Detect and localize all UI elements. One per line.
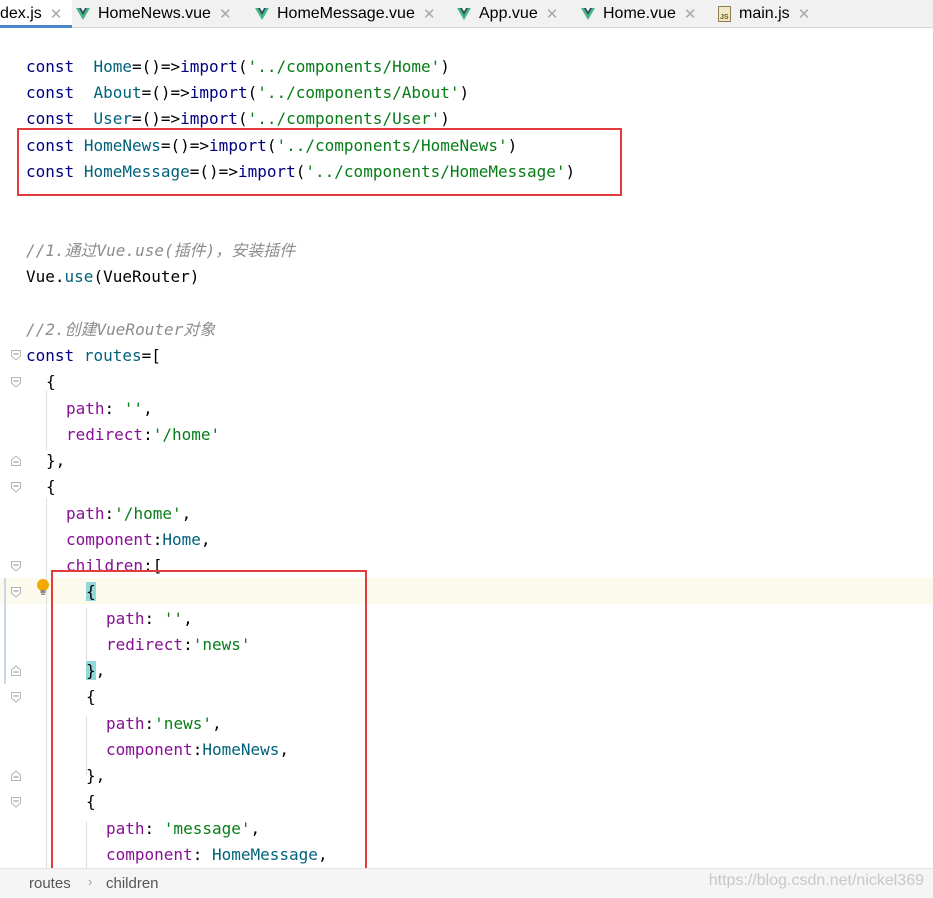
tab-main-js[interactable]: JS main.js ✕ — [718, 0, 810, 27]
breadcrumb-separator: › — [88, 874, 93, 889]
vue-icon — [76, 7, 90, 21]
fold-close-icon[interactable] — [11, 455, 21, 466]
current-line-highlight — [0, 578, 933, 604]
tab-index-js[interactable]: dex.js ✕ — [0, 0, 73, 28]
indent-guide — [86, 821, 87, 868]
fold-open-icon[interactable] — [11, 350, 21, 361]
tab-label: HomeNews.vue — [98, 4, 211, 22]
code-path-message: path: 'message', — [106, 819, 261, 838]
editor-tab-bar: dex.js ✕ HomeNews.vue ✕ HomeMessage.vue … — [0, 0, 933, 28]
fold-open-icon[interactable] — [11, 587, 21, 598]
code-path-empty: path: '', — [106, 609, 193, 628]
vue-icon — [255, 7, 269, 21]
fold-close-icon[interactable] — [11, 770, 21, 781]
tab-label: App.vue — [479, 4, 538, 22]
code-path-empty: path: '', — [66, 399, 153, 418]
tab-label: HomeMessage.vue — [277, 4, 415, 22]
code-brace-open: { — [86, 792, 96, 811]
code-line-4: const HomeNews=()=>import('../components… — [26, 136, 518, 155]
code-breadcrumb: routes › children https://blog.csdn.net/… — [0, 868, 933, 898]
code-routes-decl: const routes=[ — [26, 346, 161, 365]
code-line-3: const User=()=>import('../components/Use… — [26, 109, 450, 128]
fold-open-icon[interactable] — [11, 692, 21, 703]
code-vue-use: Vue.use(VueRouter) — [26, 267, 200, 286]
close-icon[interactable]: ✕ — [219, 5, 232, 23]
indent-guide — [46, 390, 47, 450]
code-brace-close-highlighted: }, — [86, 661, 106, 680]
code-component-homemessage: component: HomeMessage, — [106, 845, 328, 864]
code-children: children:[ — [66, 556, 163, 575]
js-file-icon: JS — [718, 5, 731, 22]
close-icon[interactable]: ✕ — [50, 5, 63, 23]
code-brace-open: { — [46, 477, 56, 496]
tab-homemessage-vue[interactable]: HomeMessage.vue ✕ — [255, 0, 435, 27]
fold-open-icon[interactable] — [11, 482, 21, 493]
code-brace-open-highlighted: { — [86, 582, 96, 601]
code-brace-close: }, — [46, 451, 66, 470]
code-line-5: const HomeMessage=()=>import('../compone… — [26, 162, 576, 181]
code-component-homenews: component:HomeNews, — [106, 740, 290, 759]
code-comment-2: //2.创建VueRouter对象 — [26, 320, 216, 339]
code-component-home: component:Home, — [66, 530, 211, 549]
tab-home-vue[interactable]: Home.vue ✕ — [581, 0, 697, 27]
close-icon[interactable]: ✕ — [546, 5, 559, 23]
tab-app-vue[interactable]: App.vue ✕ — [457, 0, 558, 27]
fold-open-icon[interactable] — [11, 561, 21, 572]
code-redirect-news: redirect:'news' — [106, 635, 251, 654]
lightbulb-icon[interactable] — [36, 578, 50, 596]
close-icon[interactable]: ✕ — [423, 5, 436, 23]
indent-guide — [46, 498, 47, 868]
breadcrumb-item-routes[interactable]: routes — [29, 875, 71, 892]
code-line-2: const About=()=>import('../components/Ab… — [26, 83, 470, 102]
code-brace-close: }, — [86, 766, 106, 785]
code-brace-open: { — [46, 372, 56, 391]
fold-open-icon[interactable] — [11, 797, 21, 808]
tab-label: Home.vue — [603, 4, 676, 22]
vue-icon — [581, 7, 595, 21]
close-icon[interactable]: ✕ — [798, 5, 811, 23]
fold-close-icon[interactable] — [11, 665, 21, 676]
code-comment-1: //1.通过Vue.use(插件)，安装插件 — [26, 241, 296, 260]
breadcrumb-item-children[interactable]: children — [106, 875, 159, 892]
tab-label: main.js — [739, 4, 790, 22]
code-redirect-home: redirect:'/home' — [66, 425, 221, 444]
watermark: https://blog.csdn.net/nickel369 — [708, 872, 924, 889]
vue-icon — [457, 7, 471, 21]
tab-label: dex.js — [0, 4, 42, 22]
code-editor[interactable]: const Home=()=>import('../components/Hom… — [0, 28, 933, 868]
code-path-news: path:'news', — [106, 714, 222, 733]
code-brace-open: { — [86, 687, 96, 706]
vcs-change-marker — [4, 578, 6, 684]
fold-open-icon[interactable] — [11, 377, 21, 388]
code-path-home: path:'/home', — [66, 504, 192, 523]
close-icon[interactable]: ✕ — [684, 5, 697, 23]
tab-homenews-vue[interactable]: HomeNews.vue ✕ — [76, 0, 232, 27]
code-line-1: const Home=()=>import('../components/Hom… — [26, 57, 450, 76]
